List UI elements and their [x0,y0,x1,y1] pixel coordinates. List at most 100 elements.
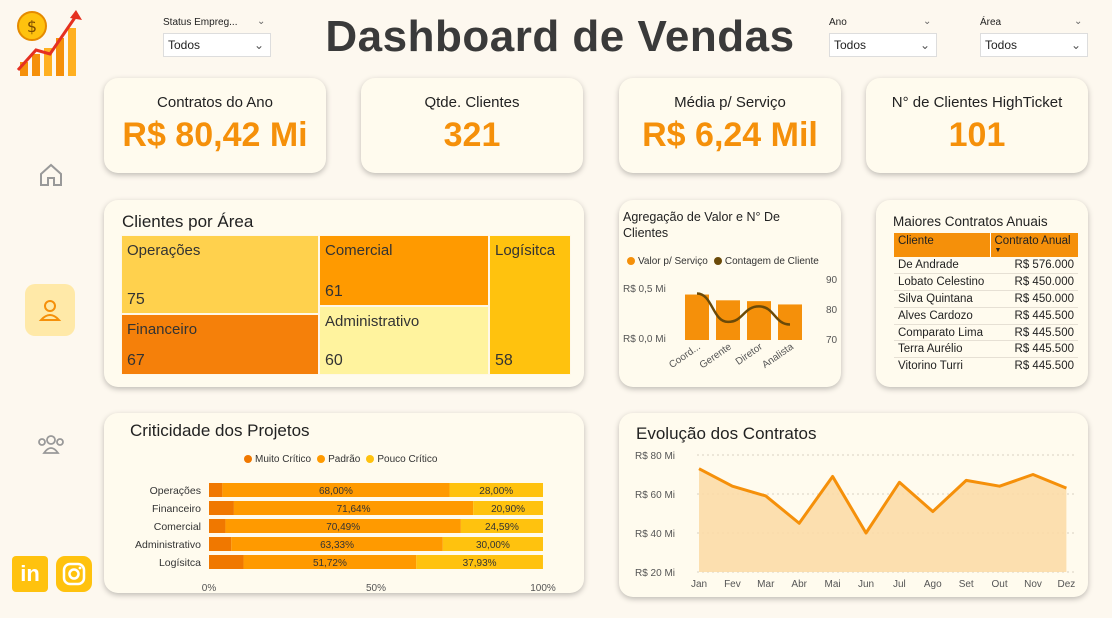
combo-chart: R$ 0,5 Mi R$ 0,0 Mi 90 80 70 Coord...Ger… [623,275,838,371]
kpi-title: Qtde. Clientes [424,94,520,111]
data-label: 70,49% [326,522,360,533]
contracts-table: Cliente Contrato Anual ▼ De Andrade R$ 57… [894,233,1078,373]
chevron-down-icon: ⌄ [919,38,930,52]
filter-ano-select[interactable]: Todos ⌄ [829,33,937,57]
legend-label: Valor p/ Serviço [638,255,708,267]
legend-dot [627,257,635,265]
table-row[interactable]: Comparato Lima R$ 445.500 [894,324,1078,342]
kpi-value: R$ 80,42 Mi [122,116,308,154]
x-tick-label: Gerente [698,341,734,371]
cell-cliente: De Andrade [894,257,990,275]
treemap-cell-comercial[interactable]: Comercial 61 [319,235,489,306]
user-icon [38,300,62,321]
legend-dot [366,455,375,463]
filter-area-select[interactable]: Todos ⌄ [980,33,1088,57]
chevron-down-icon: ⌄ [1070,38,1081,52]
sidebar-item-user[interactable] [25,284,75,336]
treemap-card: Clientes por Área Operações 75 Financeir… [104,200,584,387]
filter-status-select[interactable]: Todos ⌄ [163,33,271,57]
cell-contrato: R$ 576.000 [990,257,1078,275]
x-tick: 50% [366,583,386,593]
treemap-cell-financeiro[interactable]: Financeiro 67 [121,314,319,375]
data-label: 30,00% [476,540,510,551]
data-label: 71,64% [337,504,371,515]
y-left-tick: R$ 0,5 Mi [623,284,666,295]
table-row[interactable]: Alves Cardozo R$ 445.500 [894,307,1078,325]
y-right-tick: 90 [826,275,838,286]
column-header-contrato[interactable]: Contrato Anual ▼ [990,233,1078,257]
instagram-icon[interactable] [56,556,92,592]
treemap-value: 60 [325,352,343,369]
data-label: 68,00% [319,486,353,497]
cell-contrato: R$ 445.500 [990,340,1078,359]
bar-segment [209,537,232,551]
cell-cliente: Terra Aurélio [894,340,990,359]
filter-status[interactable]: Status Empreg... ⌄ Todos ⌄ [163,16,271,61]
y-right-tick: 80 [826,305,838,316]
x-tick-label: Dez [1058,579,1076,590]
filter-ano-value: Todos [834,38,867,52]
treemap-value: 75 [127,291,145,308]
page-title: Dashboard de Vendas [325,12,795,61]
criticality-card: Criticidade dos Projetos Muito Crítico Pa… [104,413,584,593]
chevron-down-icon[interactable]: ⌄ [1074,16,1082,27]
chevron-down-icon[interactable]: ⌄ [257,16,265,27]
chevron-down-icon[interactable]: ⌄ [923,16,931,27]
panel-title: Evolução dos Contratos [636,424,817,443]
category-label: Comercial [154,521,201,533]
treemap-value: 58 [495,352,513,369]
y-left-tick: R$ 0,0 Mi [623,334,666,345]
kpi-card-contratos: Contratos do Ano R$ 80,42 Mi [104,78,326,173]
y-tick: R$ 20 Mi [635,568,675,579]
data-label: 37,93% [463,558,497,569]
filter-status-value: Todos [168,38,201,52]
group-icon [38,435,64,454]
panel-title-line: Agregação de Valor e N° De [623,210,780,224]
table-row[interactable]: Terra Aurélio R$ 445.500 [894,340,1078,359]
svg-text:$: $ [27,17,37,36]
x-tick-label: Mar [757,579,775,590]
filter-area[interactable]: Área ⌄ Todos ⌄ [980,16,1088,61]
kpi-value: 101 [948,116,1006,154]
column-header-cliente[interactable]: Cliente [894,233,991,257]
panel-title: Clientes por Área [122,212,254,231]
evolution-card: Evolução dos Contratos R$ 80 Mi R$ 60 Mi… [619,413,1088,597]
y-tick: R$ 80 Mi [635,451,675,462]
sidebar-item-group[interactable] [26,420,76,470]
x-tick-label: Nov [1024,579,1042,590]
contracts-table-wrap[interactable]: Cliente Contrato Anual ▼ De Andrade R$ 57… [894,233,1078,373]
treemap-cell-operacoes[interactable]: Operações 75 [121,235,319,314]
data-label: 28,00% [479,486,513,497]
x-tick-label: Jul [893,579,906,590]
filter-status-label: Status Empreg... [163,17,238,28]
treemap-label: Operações [127,242,201,259]
treemap-value: 67 [127,352,145,369]
legend-item[interactable]: Valor p/ Serviço [627,256,708,267]
table-row[interactable]: Vitorino Turri R$ 445.500 [894,357,1078,373]
legend-item[interactable]: Contagem de Cliente [713,256,819,267]
filter-area-value: Todos [985,38,1018,52]
treemap-value: 61 [325,283,343,300]
kpi-card-highticket: N° de Clientes HighTicket 101 [866,78,1088,173]
kpi-card-clientes: Qtde. Clientes 321 [361,78,583,173]
cell-contrato: R$ 450.000 [990,290,1078,308]
treemap-cell-administrativo[interactable]: Administrativo 60 [319,306,489,375]
treemap-label: Logísitca [495,242,556,259]
treemap-cell-logistica[interactable]: Logísitca 58 [489,235,571,375]
cell-cliente: Vitorino Turri [894,357,990,373]
sidebar-item-home[interactable] [26,150,76,200]
x-tick: 100% [530,583,556,593]
table-row[interactable]: Lobato Celestino R$ 450.000 [894,273,1078,292]
cell-contrato: R$ 445.500 [990,307,1078,325]
filter-ano[interactable]: Ano ⌄ Todos ⌄ [829,16,937,61]
cell-cliente: Comparato Lima [894,324,990,342]
treemap-label: Administrativo [325,313,420,330]
linkedin-icon[interactable]: in [12,556,48,592]
data-label: 51,72% [313,558,347,569]
cell-contrato: R$ 445.500 [990,324,1078,342]
category-label: Operações [150,485,201,497]
table-row[interactable]: De Andrade R$ 576.000 [894,257,1078,275]
table-row[interactable]: Silva Quintana R$ 450.000 [894,290,1078,308]
criticality-chart: Operações 68,00% 28,00% Financeiro 71,64% 20,… [135,483,556,593]
series-line [696,292,791,326]
